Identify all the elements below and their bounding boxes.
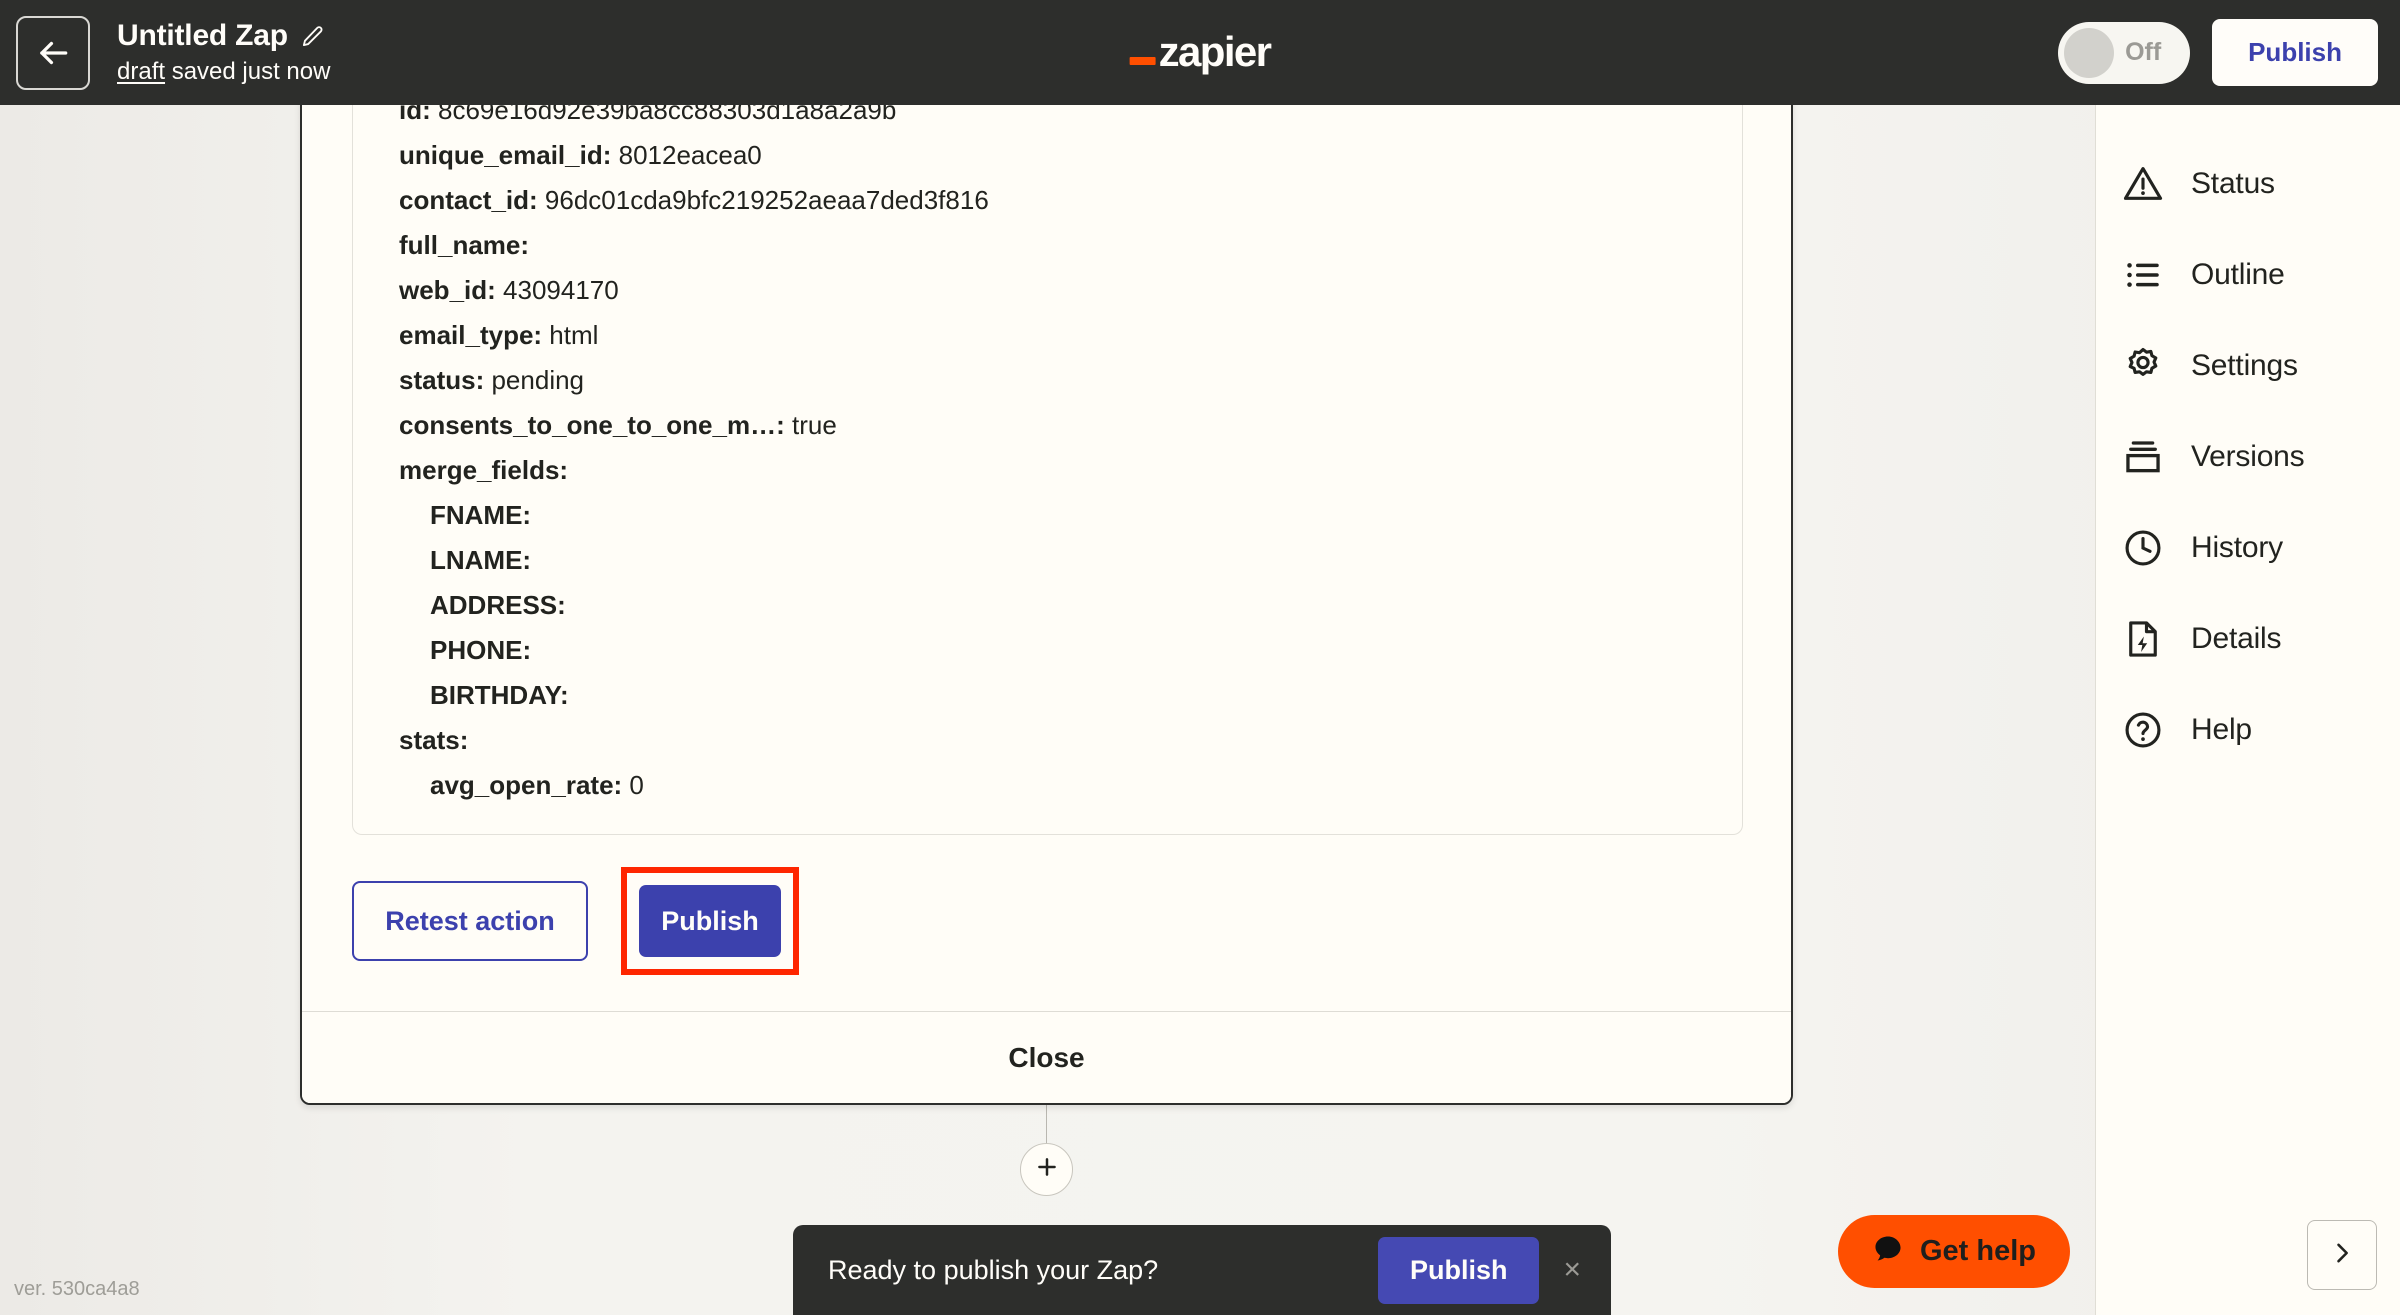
output-field-row: unique_email_id: 8012eacea0 xyxy=(399,133,1742,178)
output-field-row: consents_to_one_to_one_m…: true xyxy=(399,403,1742,448)
output-field-row: email_type: html xyxy=(399,313,1742,358)
get-help-button[interactable]: Get help xyxy=(1837,1215,2070,1288)
zap-editor-app: Untitled Zap draft saved just now zapier… xyxy=(0,0,2400,1315)
save-status: draft saved just now xyxy=(117,58,330,86)
output-field-row: full_name: xyxy=(399,223,1742,268)
output-field-value: 0 xyxy=(622,770,644,800)
step-action-buttons: Retest action Publish xyxy=(352,867,1745,975)
output-field-value: html xyxy=(542,320,599,350)
output-field-key: consents_to_one_to_one_m…: xyxy=(399,410,785,440)
sidebar-item-history[interactable]: History xyxy=(2096,502,2400,593)
right-sidebar: Status Outline Settings Versions History… xyxy=(2095,105,2400,1315)
output-field-row: LNAME: xyxy=(399,538,1742,583)
toggle-label: Off xyxy=(2125,38,2162,66)
sidebar-item-outline[interactable]: Outline xyxy=(2096,229,2400,320)
publish-toast: Ready to publish your Zap? Publish × xyxy=(793,1225,1611,1315)
output-field-key: status: xyxy=(399,365,485,395)
output-field-row: status: pending xyxy=(399,358,1742,403)
output-field-key: merge_fields: xyxy=(399,455,569,485)
publish-button[interactable]: Publish xyxy=(639,885,781,957)
output-field-key: BIRTHDAY: xyxy=(430,680,569,710)
close-button-label: Close xyxy=(1008,1041,1085,1073)
gear-icon xyxy=(2120,343,2166,389)
output-field-value: 8012eacea0 xyxy=(611,140,762,170)
arrow-left-icon xyxy=(34,34,72,72)
sidebar-item-details[interactable]: Details xyxy=(2096,593,2400,684)
output-field-value: 96dc01cda9bfc219252aeaa7ded3f816 xyxy=(537,185,989,215)
output-field-key: LNAME: xyxy=(430,545,532,575)
step-detail-card: id: 8c69e16d92e39ba8cc88303d1a8a2a9b uniq… xyxy=(300,50,1793,1105)
output-field-key: email_type: xyxy=(399,320,543,350)
output-field-row: avg_open_rate: 0 xyxy=(399,763,1742,808)
output-field-key: ADDRESS: xyxy=(430,590,566,620)
output-field-key: PHONE: xyxy=(430,635,532,665)
output-field-key: web_id: xyxy=(399,275,496,305)
draft-link[interactable]: draft xyxy=(117,58,165,85)
output-field-row: contact_id: 96dc01cda9bfc219252aeaa7ded3… xyxy=(399,178,1742,223)
output-field-value: true xyxy=(784,410,837,440)
get-help-label: Get help xyxy=(1919,1235,2036,1267)
output-field-key: FNAME: xyxy=(430,500,532,530)
plus-icon xyxy=(1034,1154,1060,1185)
logo-dash-icon xyxy=(1129,56,1156,65)
card-scroll-area[interactable]: id: 8c69e16d92e39ba8cc88303d1a8a2a9b uniq… xyxy=(302,52,1791,1015)
output-field-row: merge_fields: xyxy=(399,448,1742,493)
test-output-panel: id: 8c69e16d92e39ba8cc88303d1a8a2a9b uniq… xyxy=(352,62,1743,835)
pencil-icon[interactable] xyxy=(301,25,324,48)
publish-highlight-annotation: Publish xyxy=(621,867,799,975)
list-icon xyxy=(2120,252,2166,298)
close-button[interactable]: Close xyxy=(302,1011,1791,1103)
clock-icon xyxy=(2120,525,2166,571)
document-bolt-icon xyxy=(2120,616,2166,662)
output-field-key: contact_id: xyxy=(399,185,538,215)
output-field-key: full_name: xyxy=(399,230,530,260)
toggle-knob xyxy=(2064,27,2115,78)
output-field-row: web_id: 43094170 xyxy=(399,268,1742,313)
sidebar-item-settings[interactable]: Settings xyxy=(2096,320,2400,411)
sidebar-item-help[interactable]: Help xyxy=(2096,684,2400,775)
output-field-row: ADDRESS: xyxy=(399,583,1742,628)
expand-panel-button[interactable] xyxy=(2307,1220,2377,1290)
output-field-row: stats: xyxy=(399,718,1742,763)
chat-bubble-icon xyxy=(1872,1233,1904,1270)
header-actions: Off Publish xyxy=(2058,19,2378,86)
zap-title-block: Untitled Zap draft saved just now xyxy=(117,19,330,86)
zap-on-off-toggle[interactable]: Off xyxy=(2058,21,2191,84)
toast-publish-button[interactable]: Publish xyxy=(1377,1236,1540,1304)
sidebar-item-label: Versions xyxy=(2191,439,2305,473)
output-field-key: unique_email_id: xyxy=(399,140,612,170)
top-header-bar: Untitled Zap draft saved just now zapier… xyxy=(0,0,2400,105)
save-status-text: saved just now xyxy=(165,58,331,85)
output-field-key: stats: xyxy=(399,725,469,755)
chevron-right-icon xyxy=(2328,1239,2356,1272)
sidebar-item-label: History xyxy=(2191,530,2283,564)
output-field-value: 43094170 xyxy=(495,275,619,305)
sidebar-item-label: Details xyxy=(2191,621,2282,655)
output-field-row: BIRTHDAY: xyxy=(399,673,1742,718)
sidebar-item-label: Outline xyxy=(2191,257,2285,291)
warning-triangle-icon xyxy=(2120,161,2166,207)
output-field-row: FNAME: xyxy=(399,493,1742,538)
header-publish-button[interactable]: Publish xyxy=(2212,19,2378,86)
versions-icon xyxy=(2120,434,2166,480)
version-label: ver. 530ca4a8 xyxy=(14,1278,140,1300)
sidebar-item-status[interactable]: Status xyxy=(2096,138,2400,229)
sidebar-item-label: Help xyxy=(2191,712,2252,746)
sidebar-item-versions[interactable]: Versions xyxy=(2096,411,2400,502)
output-field-key: avg_open_rate: xyxy=(430,770,623,800)
close-icon[interactable]: × xyxy=(1563,1255,1581,1285)
back-button[interactable] xyxy=(16,15,90,90)
logo-wordmark: zapier xyxy=(1158,28,1272,76)
toast-message: Ready to publish your Zap? xyxy=(828,1254,1159,1285)
output-field-value: pending xyxy=(484,365,585,395)
output-field-row: PHONE: xyxy=(399,628,1742,673)
add-step-button[interactable] xyxy=(1020,1143,1073,1196)
step-connector-line xyxy=(1046,1105,1047,1145)
sidebar-item-label: Status xyxy=(2191,166,2275,200)
retest-action-button[interactable]: Retest action xyxy=(352,881,588,961)
page-title: Untitled Zap xyxy=(117,19,288,52)
zapier-logo: zapier xyxy=(1129,28,1272,76)
sidebar-item-label: Settings xyxy=(2191,348,2298,382)
question-circle-icon xyxy=(2120,707,2166,753)
